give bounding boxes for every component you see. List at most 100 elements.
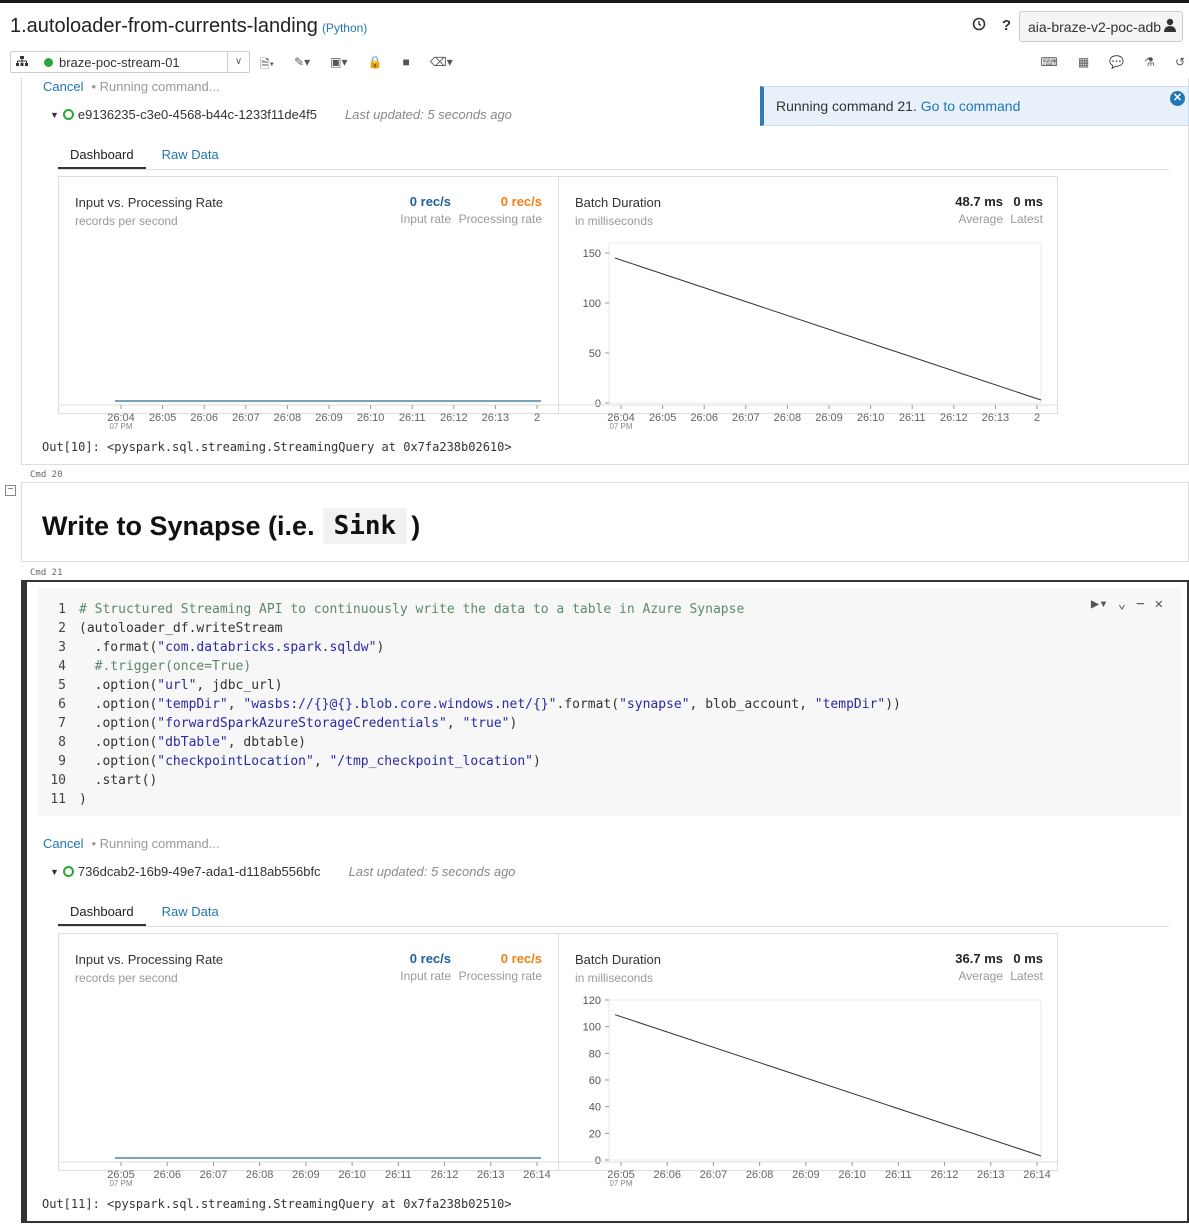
notebook-title[interactable]: 1.autoloader-from-currents-landing (Pytho…	[10, 15, 367, 38]
query-id[interactable]: e9136235-c3e0-4568-b44c-1233f11de4f5	[78, 107, 317, 122]
edit-menu-icon[interactable]: ✎▾	[294, 55, 310, 76]
code-token: ))	[885, 697, 901, 712]
revision-history-icon[interactable]: ↺	[1175, 55, 1185, 69]
x-tick-label: 26:05	[649, 412, 677, 424]
x-tick-label: 26:07	[732, 412, 760, 424]
x-tick-label: 26:12	[440, 412, 468, 424]
collapse-triangle-icon[interactable]: ▼	[50, 110, 59, 120]
code-lines[interactable]: # Structured Streaming API to continuous…	[79, 600, 901, 809]
chevron-down-icon[interactable]: ⌄	[1118, 596, 1126, 612]
schedule-icon[interactable]: ▦	[1078, 55, 1089, 69]
stream-tabs: Dashboard Raw Data	[58, 896, 1169, 927]
line-number: 8	[58, 735, 66, 750]
code-line[interactable]: .option("url", jdbc_url)	[79, 676, 901, 695]
code-token: .format(	[79, 640, 158, 655]
rate-chart: 26:04 26:05 26:06 26:07 26:08 26:09 26:10 26:11…	[59, 400, 559, 431]
collapse-triangle-icon[interactable]: ▼	[50, 867, 59, 877]
query-id[interactable]: 736dcab2-16b9-49e7-ada1-d118ab556bfc	[78, 864, 321, 879]
experiment-icon[interactable]: ⚗	[1144, 55, 1155, 69]
tab-raw-data[interactable]: Raw Data	[150, 139, 231, 169]
file-menu-icon[interactable]: 🗎▾	[260, 55, 274, 76]
collapse-icon[interactable]: −	[5, 485, 16, 496]
heading-code: Sink	[322, 508, 408, 544]
x-tick-label: 26:11	[885, 1169, 912, 1181]
x-tick-label: 26:13	[482, 412, 510, 424]
x-tick-label: 2	[1034, 412, 1040, 424]
x-tick-label: 26:10	[838, 1169, 866, 1181]
stream-dashboard: Input vs. Processing Rate records per se…	[58, 933, 1059, 1188]
x-tick-label: 26:11	[899, 412, 926, 424]
clock-icon[interactable]	[972, 17, 986, 35]
user-menu[interactable]: aia-braze-v2-poc-adb	[1019, 11, 1183, 42]
help-icon[interactable]: ?	[1002, 17, 1011, 35]
x-tick-label: 26:09	[292, 1169, 320, 1181]
code-token: )	[376, 640, 385, 655]
line-number: 1	[58, 602, 66, 617]
x-tick-label: 26:09	[315, 412, 343, 424]
code-token: .option(	[79, 735, 158, 750]
code-line[interactable]: )	[79, 790, 901, 809]
clear-menu-icon[interactable]: ⌫▾	[430, 55, 453, 76]
y-tick-label: 60	[589, 1075, 601, 1087]
code-line[interactable]: # Structured Streaming API to continuous…	[79, 600, 901, 619]
code-line[interactable]: .option("forwardSparkAzureStorageCredent…	[79, 714, 901, 733]
x-tick-label: 26:07	[200, 1169, 228, 1181]
close-icon[interactable]: ✕	[1170, 91, 1185, 106]
code-line[interactable]: .option("dbTable", dbtable)	[79, 733, 901, 752]
tab-raw-data[interactable]: Raw Data	[150, 896, 231, 926]
x-tick-label: 26:08	[774, 412, 802, 424]
code-line[interactable]: .format("com.databricks.spark.sqldw")	[79, 638, 901, 657]
code-editor[interactable]: 1 2 3 4 5 6 7 8 9 10 11 # Structured Streaming API…	[38, 588, 1181, 816]
view-menu-icon[interactable]: ▣▾	[330, 55, 347, 76]
cluster-name: braze-poc-stream-01	[59, 55, 180, 70]
running-text: Running command...	[99, 836, 220, 851]
x-tick-label: 2	[534, 412, 540, 424]
code-token: , blob_account,	[689, 697, 815, 712]
x-tick-label: 26:12	[931, 1169, 959, 1181]
x-tick-label: 26:14	[1023, 1169, 1051, 1181]
code-comment: # Structured Streaming API to continuous…	[79, 602, 745, 617]
code-line[interactable]: .start()	[79, 771, 901, 790]
running-status: • Running command...	[91, 79, 220, 94]
cluster-selector[interactable]: braze-poc-stream-01 ∨	[10, 51, 250, 73]
x-tick-sublabel: 07 PM	[609, 1179, 632, 1188]
running-status: • Running command...	[91, 836, 220, 851]
tab-dashboard[interactable]: Dashboard	[58, 896, 146, 926]
keyboard-icon[interactable]: ⌨	[1041, 55, 1058, 69]
notebook-language[interactable]: (Python)	[322, 21, 367, 35]
x-tick-label: 26:06	[690, 412, 718, 424]
rate-chart: 26:05 26:06 26:07 26:08 26:09 26:10 26:11 26:12…	[59, 1157, 559, 1188]
cell-controls: ▶▾ ⌄ − ✕	[1091, 596, 1163, 612]
batch-panel: Batch Duration in milliseconds 48.7 ms A…	[559, 177, 1059, 431]
code-token: , dbtable)	[227, 735, 307, 750]
code-token: , jdbc_url)	[196, 678, 283, 693]
line-number: 3	[58, 640, 66, 655]
minimize-icon[interactable]: −	[1136, 596, 1144, 612]
go-to-command-link[interactable]: Go to command	[921, 98, 1021, 114]
comments-icon[interactable]: 💬	[1109, 55, 1124, 69]
chevron-down-icon[interactable]: ∨	[227, 52, 249, 72]
x-tick-label: 26:06	[653, 1169, 681, 1181]
tab-dashboard[interactable]: Dashboard	[58, 139, 146, 169]
run-cell-icon[interactable]: ▶▾	[1091, 596, 1108, 612]
code-token: .format(	[556, 697, 620, 712]
stream-dashboard: Input vs. Processing Rate records per se…	[58, 176, 1059, 431]
code-token: ,	[446, 716, 463, 731]
lock-icon[interactable]: 🔒	[368, 55, 383, 76]
code-line[interactable]: .option("checkpointLocation", "/tmp_chec…	[79, 752, 901, 771]
cell21-status-row: Cancel • Running command...	[43, 836, 220, 851]
code-line[interactable]: (autoloader_df.writeStream	[79, 619, 901, 638]
cancel-link[interactable]: Cancel	[43, 79, 83, 94]
notebook-title-text[interactable]: 1.autoloader-from-currents-landing	[10, 15, 318, 37]
x-tick-sublabel: 07 PM	[609, 422, 632, 431]
code-line[interactable]: #.trigger(once=True)	[79, 657, 901, 676]
x-tick-sublabel: 07 PM	[109, 1179, 132, 1188]
code-line[interactable]: .option("tempDir", "wasbs://{}@{}.blob.c…	[79, 695, 901, 714]
cmd-label: Cmd 21	[30, 568, 63, 578]
cancel-link[interactable]: Cancel	[43, 836, 83, 851]
top-border	[0, 0, 1189, 3]
x-tick-label: 26:12	[431, 1169, 459, 1181]
close-icon[interactable]: ✕	[1155, 596, 1163, 612]
stop-icon[interactable]: ■	[403, 55, 410, 76]
x-tick-label: 26:10	[857, 412, 885, 424]
